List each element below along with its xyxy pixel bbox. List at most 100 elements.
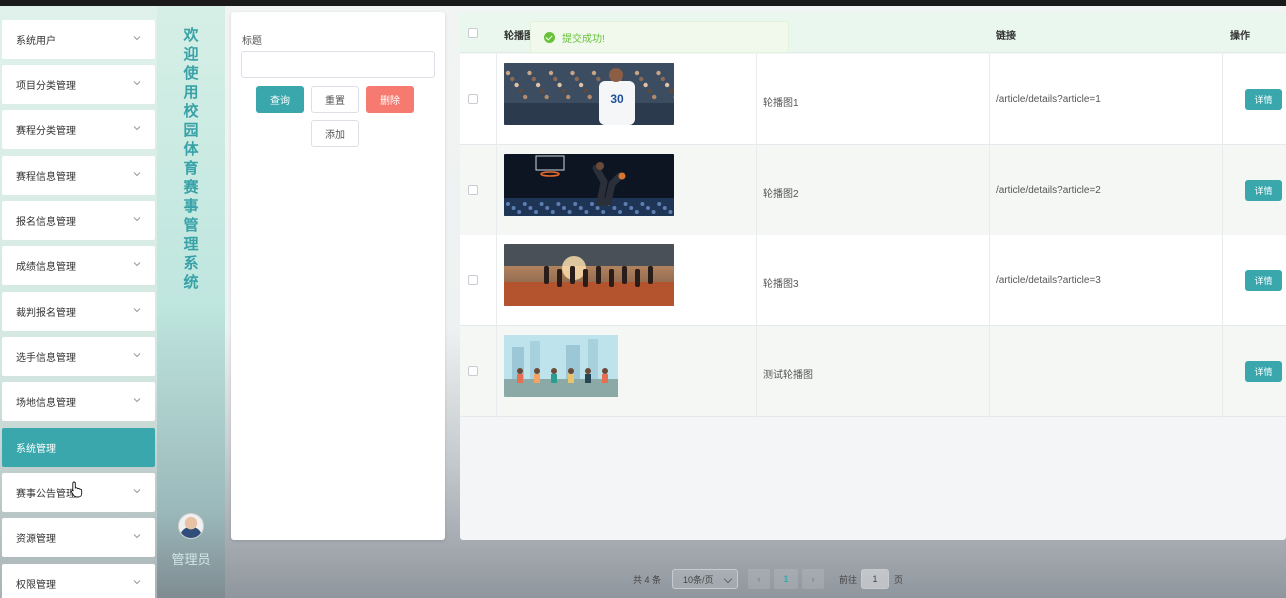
welcome-title-char: 事 (183, 198, 199, 215)
add-button[interactable]: 添加 (311, 120, 359, 147)
column-divider (496, 325, 497, 417)
column-divider (496, 144, 497, 236)
chevron-down-icon (133, 126, 141, 131)
sidebar-item-label: 场地信息管理 (16, 398, 76, 409)
welcome-title-char: 迎 (183, 46, 199, 63)
sidebar-item[interactable]: 赛程信息管理 (2, 156, 155, 195)
column-divider (756, 144, 757, 236)
check-circle-icon (544, 31, 555, 43)
column-divider (756, 325, 757, 417)
welcome-title-char: 使 (183, 65, 199, 82)
delete-button[interactable]: 删除 (366, 86, 414, 113)
header-link: 链接 (996, 31, 1016, 42)
basketball-dunk-icon (504, 153, 674, 216)
sidebar-item[interactable]: 系统用户 (2, 20, 155, 59)
sidebar-item-label: 资源管理 (16, 534, 56, 545)
header-actions: 操作 (1230, 31, 1250, 42)
carousel-thumbnail (504, 244, 674, 306)
chevron-down-icon (133, 353, 141, 358)
chevron-down-icon (133, 81, 141, 86)
column-divider (756, 54, 757, 145)
track-runners-icon (504, 244, 674, 306)
detail-button[interactable]: 详情 (1245, 360, 1282, 382)
chevron-down-icon (133, 308, 141, 313)
sidebar-item[interactable]: 权限管理 (2, 564, 155, 598)
row-checkbox[interactable] (468, 184, 478, 195)
success-toast: 提交成功! (530, 21, 789, 53)
welcome-title-char: 系 (183, 255, 199, 272)
row-checkbox[interactable] (468, 275, 478, 285)
sidebar-item[interactable]: 赛程分类管理 (2, 110, 155, 149)
chevron-down-icon (133, 489, 141, 494)
column-divider (989, 54, 990, 145)
page-size-select[interactable]: 10条/页 (672, 569, 738, 589)
sidebar-item[interactable]: 项目分类管理 (2, 65, 155, 104)
cartoon-runners-icon (504, 334, 618, 397)
welcome-title-char: 育 (183, 160, 199, 177)
next-page-button[interactable]: › (802, 569, 824, 589)
chevron-down-icon (133, 262, 141, 267)
sidebar-item[interactable]: 场地信息管理 (2, 382, 155, 421)
row-checkbox[interactable] (468, 365, 478, 376)
carousel-thumbnail (504, 153, 674, 216)
svg-text:30: 30 (610, 92, 624, 106)
page-size-value: 10条/页 (683, 574, 714, 585)
welcome-title-char: 理 (183, 236, 199, 253)
welcome-title-char: 管 (183, 217, 199, 234)
welcome-title-char: 欢 (183, 27, 199, 44)
avatar[interactable] (178, 513, 204, 539)
chevron-down-icon (133, 398, 141, 403)
column-divider (1222, 325, 1223, 417)
carousel-title: 轮播图3 (763, 279, 799, 290)
column-divider (989, 235, 990, 326)
sidebar-item[interactable]: 选手信息管理 (2, 337, 155, 376)
welcome-title-char: 体 (183, 141, 199, 158)
brand-column: 欢迎使用校园体育赛事管理系统 管理员 (157, 6, 225, 598)
carousel-thumbnail: 30 (504, 63, 674, 125)
query-button[interactable]: 查询 (256, 86, 304, 113)
sidebar-item-label: 权限管理 (16, 580, 56, 591)
sidebar-item-label: 裁判报名管理 (16, 308, 76, 319)
column-divider (496, 235, 497, 326)
goto-page-input[interactable]: 1 (861, 569, 889, 589)
sidebar-item-label: 选手信息管理 (16, 353, 76, 364)
row-checkbox[interactable] (468, 94, 478, 104)
sidebar-item-label: 项目分类管理 (16, 81, 76, 92)
column-divider (496, 54, 497, 145)
welcome-title-char: 校 (183, 103, 199, 120)
detail-button[interactable]: 详情 (1245, 179, 1282, 201)
reset-button[interactable]: 重置 (311, 86, 359, 113)
hand-cursor-icon (71, 481, 83, 498)
sidebar-item[interactable]: 成绩信息管理 (2, 246, 155, 285)
welcome-title-char: 园 (183, 122, 199, 139)
table-panel: 轮播图 链接 操作 30 轮播图1/article/details?article… (460, 12, 1286, 540)
basketball-player-30-icon: 30 (504, 63, 674, 125)
sidebar-item[interactable]: 裁判报名管理 (2, 292, 155, 331)
sidebar-item[interactable]: 资源管理 (2, 518, 155, 557)
detail-button[interactable]: 详情 (1245, 89, 1282, 110)
table-row: 轮播图2/article/details?article=2 详情 (460, 144, 1286, 236)
select-all-checkbox[interactable] (468, 28, 478, 38)
sidebar: 系统用户项目分类管理 赛程分类管理赛程信息管理报名信息管理成绩信息管理裁判报名管理… (0, 6, 157, 598)
sidebar-item-label: 系统管理 (16, 444, 56, 455)
sidebar-item-label: 赛程分类管理 (16, 126, 76, 137)
carousel-thumbnail (504, 334, 674, 397)
detail-button[interactable]: 详情 (1245, 270, 1282, 291)
sidebar-item[interactable]: 报名信息管理 (2, 201, 155, 240)
goto-label: 前往 (839, 574, 858, 585)
prev-page-button[interactable]: ‹ (748, 569, 770, 589)
chevron-down-icon (133, 36, 141, 41)
sidebar-item[interactable]: 系统管理 (2, 428, 155, 467)
table-row: 测试轮播图 详情 (460, 325, 1286, 417)
column-divider (1222, 235, 1223, 326)
pagination-total: 共 4 条 (633, 574, 662, 585)
carousel-title: 测试轮播图 (763, 369, 813, 381)
title-search-input[interactable] (241, 51, 435, 78)
sidebar-item-label: 报名信息管理 (16, 217, 76, 228)
current-page[interactable]: 1 (774, 569, 798, 589)
sidebar-item-label: 系统用户 (16, 36, 56, 47)
column-divider (1222, 144, 1223, 236)
column-divider (756, 235, 757, 326)
user-role-label: 管理员 (171, 552, 211, 567)
table-row: 30 轮播图1/article/details?article=1 详情 (460, 54, 1286, 145)
